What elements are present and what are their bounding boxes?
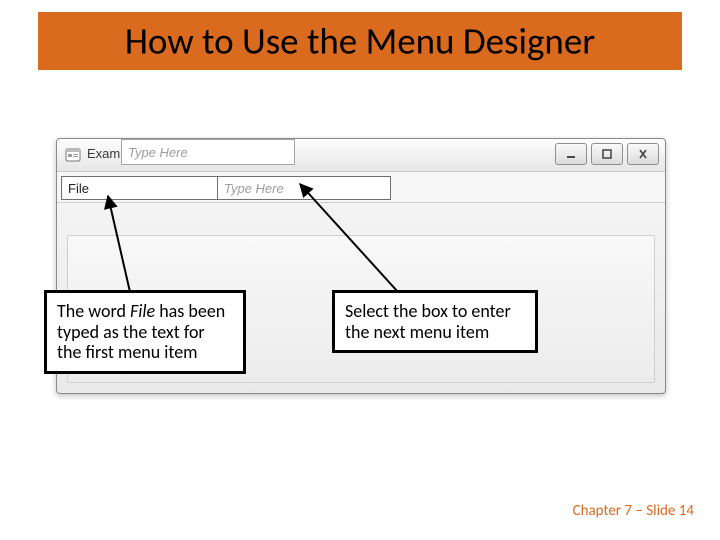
menu-item-next-placeholder-text: Type Here [224,181,284,196]
callout-right: Select the box to enter the next menu it… [332,290,538,353]
maximize-button[interactable] [591,143,623,165]
minimize-button[interactable] [555,143,587,165]
close-button[interactable] [627,143,659,165]
menu-item-next-placeholder[interactable]: Type Here [217,176,391,200]
callout-left: The word File has been typed as the text… [44,290,246,374]
submenu-placeholder[interactable]: Type Here [121,139,295,165]
callout-right-text: Select the box to enter the next menu it… [345,300,511,343]
menu-strip: File Type Here [57,172,665,203]
slide-title-bar: How to Use the Menu Designer [38,12,682,70]
slide-title: How to Use the Menu Designer [38,19,682,64]
submenu-placeholder-text: Type Here [128,145,188,160]
app-icon [65,147,81,163]
slide-footer: Chapter 7 – Slide 14 [573,502,694,520]
menu-item-file-input[interactable]: File [61,176,225,200]
window-controls [555,143,659,165]
menu-item-file-text: File [68,181,89,196]
callout-left-text: The word File has been typed as the text… [57,300,225,363]
